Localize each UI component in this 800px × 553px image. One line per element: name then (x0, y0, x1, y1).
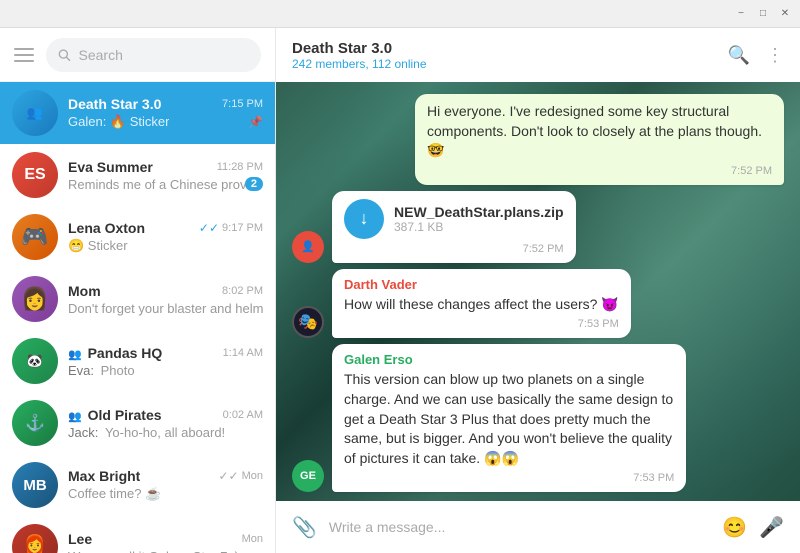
chat-area: Death Star 3.0 242 members, 112 online 🔍… (276, 28, 800, 553)
message-row: 👤 ↓ NEW_DeathStar.plans.zip 387.1 KB 7:5… (292, 191, 784, 263)
galen-avatar: GE (292, 460, 324, 492)
read-check-icon: ✓✓ (199, 221, 219, 235)
minimize-button[interactable]: − (734, 7, 748, 21)
message-text: This version can blow up two planets on … (344, 370, 674, 468)
sidebar: 👥 Death Star 3.0 7:15 PM Galen: 🔥 Sticke… (0, 28, 276, 553)
chat-name: 👥 Pandas HQ (68, 345, 162, 361)
message-time: 7:52 PM (731, 165, 772, 177)
chat-more-icon[interactable]: ⋮ (766, 45, 784, 66)
chat-header: Death Star 3.0 242 members, 112 online 🔍… (276, 28, 800, 82)
avatar: 🎮 (12, 214, 58, 260)
avatar: 👤 (292, 231, 324, 263)
chat-item-lena-oxton[interactable]: 🎮 Lena Oxton ✓✓ 9:17 PM 😁 Sticker (0, 206, 275, 268)
sent-check-icon: ✓✓ (218, 469, 238, 483)
avatar: 👩 (12, 276, 58, 322)
avatar: ⚓ (12, 400, 58, 446)
chat-name: Eva Summer (68, 159, 153, 175)
unread-badge: 2 (245, 177, 263, 191)
file-download-button[interactable]: ↓ (344, 199, 384, 239)
chat-preview: Eva: Photo (68, 363, 263, 378)
chat-preview: We can call it Galaxy Star 7 ;) (68, 549, 263, 553)
avatar: 🐼 (12, 338, 58, 384)
chat-item-pandas-hq[interactable]: 🐼 👥 Pandas HQ 1:14 AM Eva: Photo (0, 330, 275, 392)
message-sender: Darth Vader (344, 277, 619, 292)
emoji-icon[interactable]: 😊 (722, 515, 747, 540)
chat-name: Max Bright (68, 468, 140, 484)
message-time: 7:53 PM (578, 318, 619, 330)
chat-item-death-star[interactable]: 👥 Death Star 3.0 7:15 PM Galen: 🔥 Sticke… (0, 82, 275, 144)
avatar: MB (12, 462, 58, 508)
message-bubble: Galen Erso This version can blow up two … (332, 344, 686, 492)
chat-item-old-pirates[interactable]: ⚓ 👥 Old Pirates 0:02 AM Jack: Yo-ho-ho, … (0, 392, 275, 454)
message-bubble: Hi everyone. I've redesigned some key st… (415, 94, 784, 185)
search-icon (58, 48, 71, 62)
message-sender: Galen Erso (344, 352, 674, 367)
chat-preview: Coffee time? ☕ (68, 486, 263, 502)
message-row: GE Galen Erso This version can blow up t… (292, 344, 784, 492)
search-box[interactable] (46, 38, 261, 72)
chat-time: 11:28 PM (217, 161, 263, 173)
pin-icon: 📌 (248, 115, 263, 129)
chat-name: Lee (68, 531, 92, 547)
close-button[interactable]: ✕ (778, 7, 792, 21)
chat-item-mom[interactable]: 👩 Mom 8:02 PM Don't forget your blaster … (0, 268, 275, 330)
chat-preview: Galen: 🔥 Sticker (68, 114, 169, 130)
preview-sender: Galen: 🔥 Sticker (68, 114, 169, 130)
file-name: NEW_DeathStar.plans.zip (394, 204, 564, 220)
chat-header-title: Death Star 3.0 (292, 40, 427, 57)
chat-time: 0:02 AM (223, 409, 263, 421)
chat-time: Mon (242, 533, 263, 545)
message-text: How will these changes affect the users?… (344, 295, 619, 315)
chat-time: 7:15 PM (222, 98, 263, 110)
message-bubble-file: ↓ NEW_DeathStar.plans.zip 387.1 KB 7:52 … (332, 191, 576, 263)
chat-time: ✓✓ Mon (218, 469, 263, 483)
file-size: 387.1 KB (394, 220, 564, 234)
attach-icon[interactable]: 📎 (292, 515, 317, 540)
message-row: 🎭 Darth Vader How will these changes aff… (292, 269, 784, 339)
chat-preview: Jack: Yo-ho-ho, all aboard! (68, 425, 263, 440)
titlebar: − □ ✕ (0, 0, 800, 28)
message-input-bar: 📎 😊 🎤 (276, 501, 800, 553)
message-input[interactable] (329, 519, 710, 535)
avatar: 👩‍🦰 (12, 524, 58, 553)
chat-search-icon[interactable]: 🔍 (728, 45, 750, 66)
chat-time: 1:14 AM (223, 347, 263, 359)
message-bubble: Darth Vader How will these changes affec… (332, 269, 631, 339)
maximize-button[interactable]: □ (756, 7, 770, 21)
chat-preview: Reminds me of a Chinese prove... (68, 177, 245, 192)
avatar: ES (12, 152, 58, 198)
menu-icon[interactable] (14, 48, 34, 62)
chat-item-lee[interactable]: 👩‍🦰 Lee Mon We can call it Galaxy Star 7… (0, 516, 275, 553)
messages-container: Hi everyone. I've redesigned some key st… (276, 82, 800, 501)
sidebar-header (0, 28, 275, 82)
chat-name: Mom (68, 283, 101, 299)
chat-time: 8:02 PM (222, 285, 263, 297)
avatar: 👥 (12, 90, 58, 136)
chat-header-subtitle: 242 members, 112 online (292, 57, 427, 71)
microphone-icon[interactable]: 🎤 (759, 515, 784, 540)
chat-preview: 😁 Sticker (68, 238, 263, 254)
chat-name: 👥 Old Pirates (68, 407, 162, 423)
chat-item-max-bright[interactable]: MB Max Bright ✓✓ Mon Coffee time? ☕ (0, 454, 275, 516)
chat-list: 👥 Death Star 3.0 7:15 PM Galen: 🔥 Sticke… (0, 82, 275, 553)
chat-preview: Don't forget your blaster and helmet (68, 301, 263, 316)
message-time: 7:53 PM (633, 472, 674, 484)
search-input[interactable] (79, 47, 250, 63)
chat-item-eva-summer[interactable]: ES Eva Summer 11:28 PM Reminds me of a C… (0, 144, 275, 206)
message-text: Hi everyone. I've redesigned some key st… (427, 102, 772, 161)
chat-time: ✓✓ 9:17 PM (199, 221, 263, 235)
app-container: 👥 Death Star 3.0 7:15 PM Galen: 🔥 Sticke… (0, 28, 800, 553)
message-time: 7:52 PM (523, 243, 564, 255)
darth-avatar: 🎭 (292, 306, 324, 338)
chat-name: Lena Oxton (68, 220, 145, 236)
chat-name: Death Star 3.0 (68, 96, 161, 112)
